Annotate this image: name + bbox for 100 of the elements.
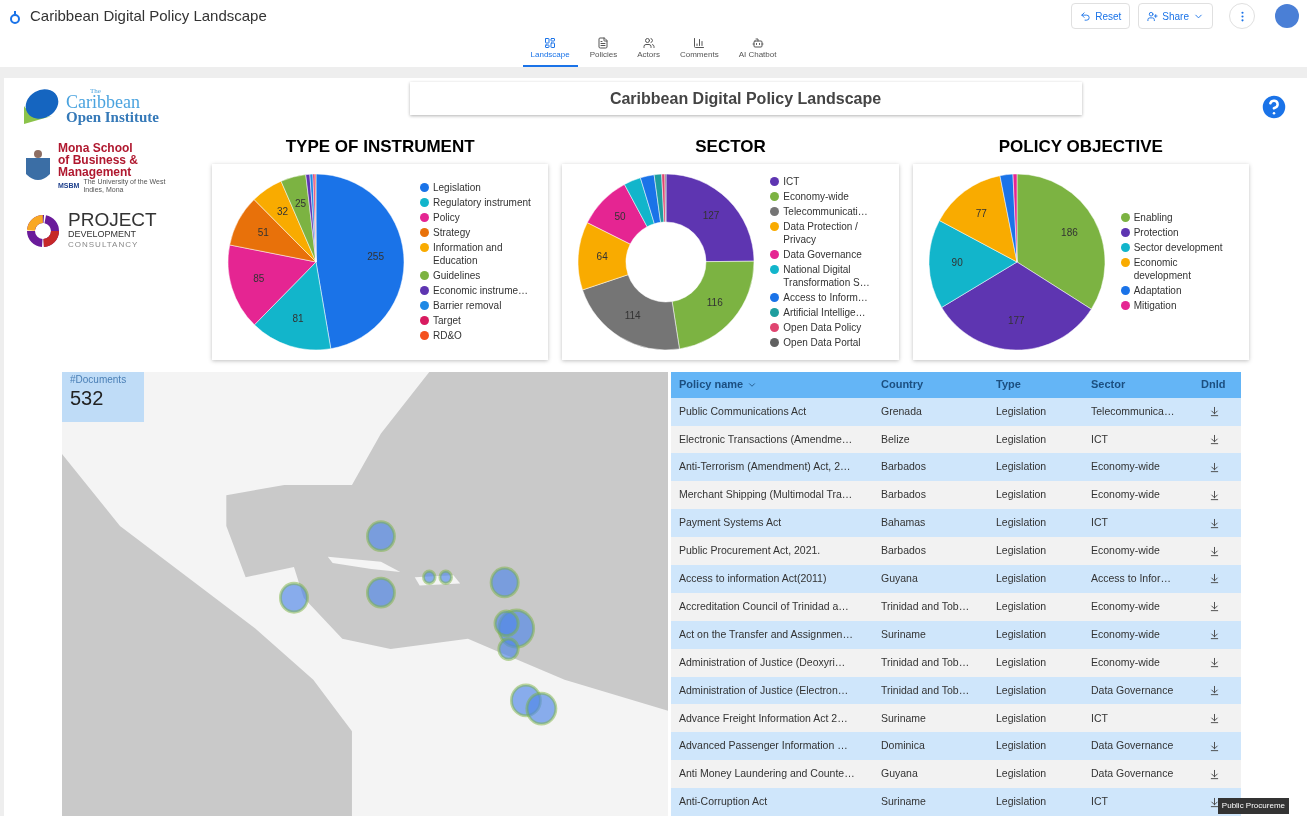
download-icon[interactable]: [1209, 573, 1220, 585]
table-cell: Legislation: [988, 620, 1083, 649]
legend-label: Legislation: [433, 181, 482, 195]
download-icon[interactable]: [1209, 545, 1220, 557]
legend-label: Protection: [1133, 226, 1180, 240]
table-cell: Legislation: [988, 397, 1083, 426]
person-add-icon: [1147, 10, 1159, 22]
table-cell: Accreditation Council of Trinidad a…: [671, 592, 873, 621]
pie-slice[interactable]: [672, 260, 755, 349]
table-cell: Data Governance: [1083, 676, 1193, 705]
slice-value: 177: [1007, 315, 1025, 327]
table-cell: Barbados: [873, 453, 988, 482]
undo-icon: [1080, 10, 1092, 22]
nav-tab[interactable]: Actors: [629, 37, 668, 68]
page-title: Caribbean Digital Policy Landscape: [409, 82, 1082, 116]
slice-value: 90: [951, 256, 963, 268]
nav-tab[interactable]: Policies: [581, 37, 626, 68]
pie-slice[interactable]: [1012, 173, 1017, 262]
slice-value: 32: [276, 205, 289, 217]
table-cell: Public Communications Act: [671, 397, 873, 426]
pie-slice[interactable]: [640, 174, 662, 224]
table-cell: Administration of Justice (Deoxyri…: [671, 648, 873, 677]
pie-slice[interactable]: [229, 198, 317, 262]
legend-label: Data Protection / Privacy: [783, 219, 859, 246]
legend-label: Economic development: [1133, 256, 1192, 283]
column-header[interactable]: Policy name: [671, 371, 873, 398]
download-icon[interactable]: [1209, 489, 1220, 501]
column-header[interactable]: Sector: [1083, 371, 1193, 398]
chart-title: POLICY OBJECTIVE: [998, 136, 1163, 159]
download-icon[interactable]: [1209, 768, 1220, 780]
table-cell: Belize: [873, 425, 988, 454]
table-cell: Guyana: [873, 565, 988, 593]
slice-value: 186: [1060, 226, 1078, 238]
legend-label: Artificial Intellige…: [783, 305, 867, 319]
toolbar-button[interactable]: Share: [1138, 3, 1213, 30]
table-cell: Dominica: [873, 732, 988, 761]
legend-label: Barrier removal: [433, 299, 503, 313]
pie-slice[interactable]: [654, 173, 665, 223]
tab-icon: [597, 37, 610, 50]
table-cell: Legislation: [988, 453, 1083, 482]
legend-label: Target: [433, 314, 462, 328]
table-cell: Trinidad and Tob…: [873, 648, 988, 677]
avatar[interactable]: [1275, 4, 1299, 29]
table-cell: Economy-wide: [1083, 481, 1193, 510]
tab-icon: [751, 37, 764, 50]
pie-slice[interactable]: [624, 177, 655, 227]
download-icon[interactable]: [1209, 796, 1220, 808]
download-icon[interactable]: [1209, 461, 1220, 473]
pie-slice[interactable]: [578, 222, 631, 290]
download-icon[interactable]: [1209, 433, 1220, 445]
pie-slice[interactable]: [928, 219, 1017, 308]
nav-tab[interactable]: AI Chatbot: [730, 37, 785, 68]
table-cell: Legislation: [988, 537, 1083, 565]
logo-text: Open Institute: [66, 109, 159, 125]
table-cell: Anti-Terrorism (Amendment) Act, 2…: [671, 453, 873, 482]
table-cell: Economy-wide: [1083, 648, 1193, 677]
table-cell: Legislation: [988, 509, 1083, 538]
column-header[interactable]: Dnld: [1193, 371, 1241, 398]
logo-text: Caribbean: [66, 94, 141, 110]
column-header[interactable]: Type: [988, 371, 1083, 398]
legend-label: Information and Education: [433, 241, 504, 268]
legend-label: Adaptation: [1133, 284, 1183, 298]
pie-slice[interactable]: [666, 173, 755, 262]
table-cell: Economy-wide: [1083, 620, 1193, 649]
table-cell: Access to Infor…: [1083, 565, 1193, 593]
column-header[interactable]: Country: [873, 371, 988, 398]
legend-label: RD&O: [433, 329, 463, 343]
table-cell: Public Procurement Act, 2021.: [671, 537, 873, 565]
table-cell: Merchant Shipping (Multimodal Tra…: [671, 481, 873, 510]
table-cell: Suriname: [873, 788, 988, 816]
tab-icon: [693, 37, 706, 50]
pie-slice[interactable]: [582, 274, 681, 350]
download-icon[interactable]: [1209, 657, 1220, 669]
table-cell: Legislation: [988, 676, 1083, 705]
legend-label: Open Data Portal: [783, 335, 862, 349]
download-icon[interactable]: [1209, 406, 1220, 418]
download-icon[interactable]: [1209, 601, 1220, 613]
pie-slice[interactable]: [587, 183, 648, 244]
logo-text: Management: [58, 166, 132, 179]
download-icon[interactable]: [1209, 712, 1220, 724]
table-cell: Economy-wide: [1083, 537, 1193, 565]
pie-slice[interactable]: [254, 261, 332, 350]
table-cell: Grenada: [873, 397, 988, 426]
download-icon[interactable]: [1209, 629, 1220, 641]
pie-slice[interactable]: [227, 244, 317, 325]
download-icon[interactable]: [1209, 517, 1220, 529]
download-icon[interactable]: [1209, 740, 1220, 752]
pie-slice[interactable]: [253, 180, 317, 262]
pie-slice[interactable]: [1016, 173, 1105, 310]
table-cell: Guyana: [873, 760, 988, 789]
app-logo-icon: [8, 8, 22, 25]
slice-value: 127: [703, 209, 720, 221]
table-cell: Anti Money Laundering and Counte…: [671, 760, 873, 789]
nav-tab[interactable]: Comments: [671, 37, 727, 68]
legend-label: Economy-wide: [783, 189, 850, 203]
download-icon[interactable]: [1209, 685, 1220, 696]
table-cell: Act on the Transfer and Assignmen…: [671, 620, 873, 649]
table-cell: Trinidad and Tob…: [873, 676, 988, 705]
pie-slice[interactable]: [315, 173, 405, 349]
toolbar-button[interactable]: Reset: [1071, 3, 1131, 30]
